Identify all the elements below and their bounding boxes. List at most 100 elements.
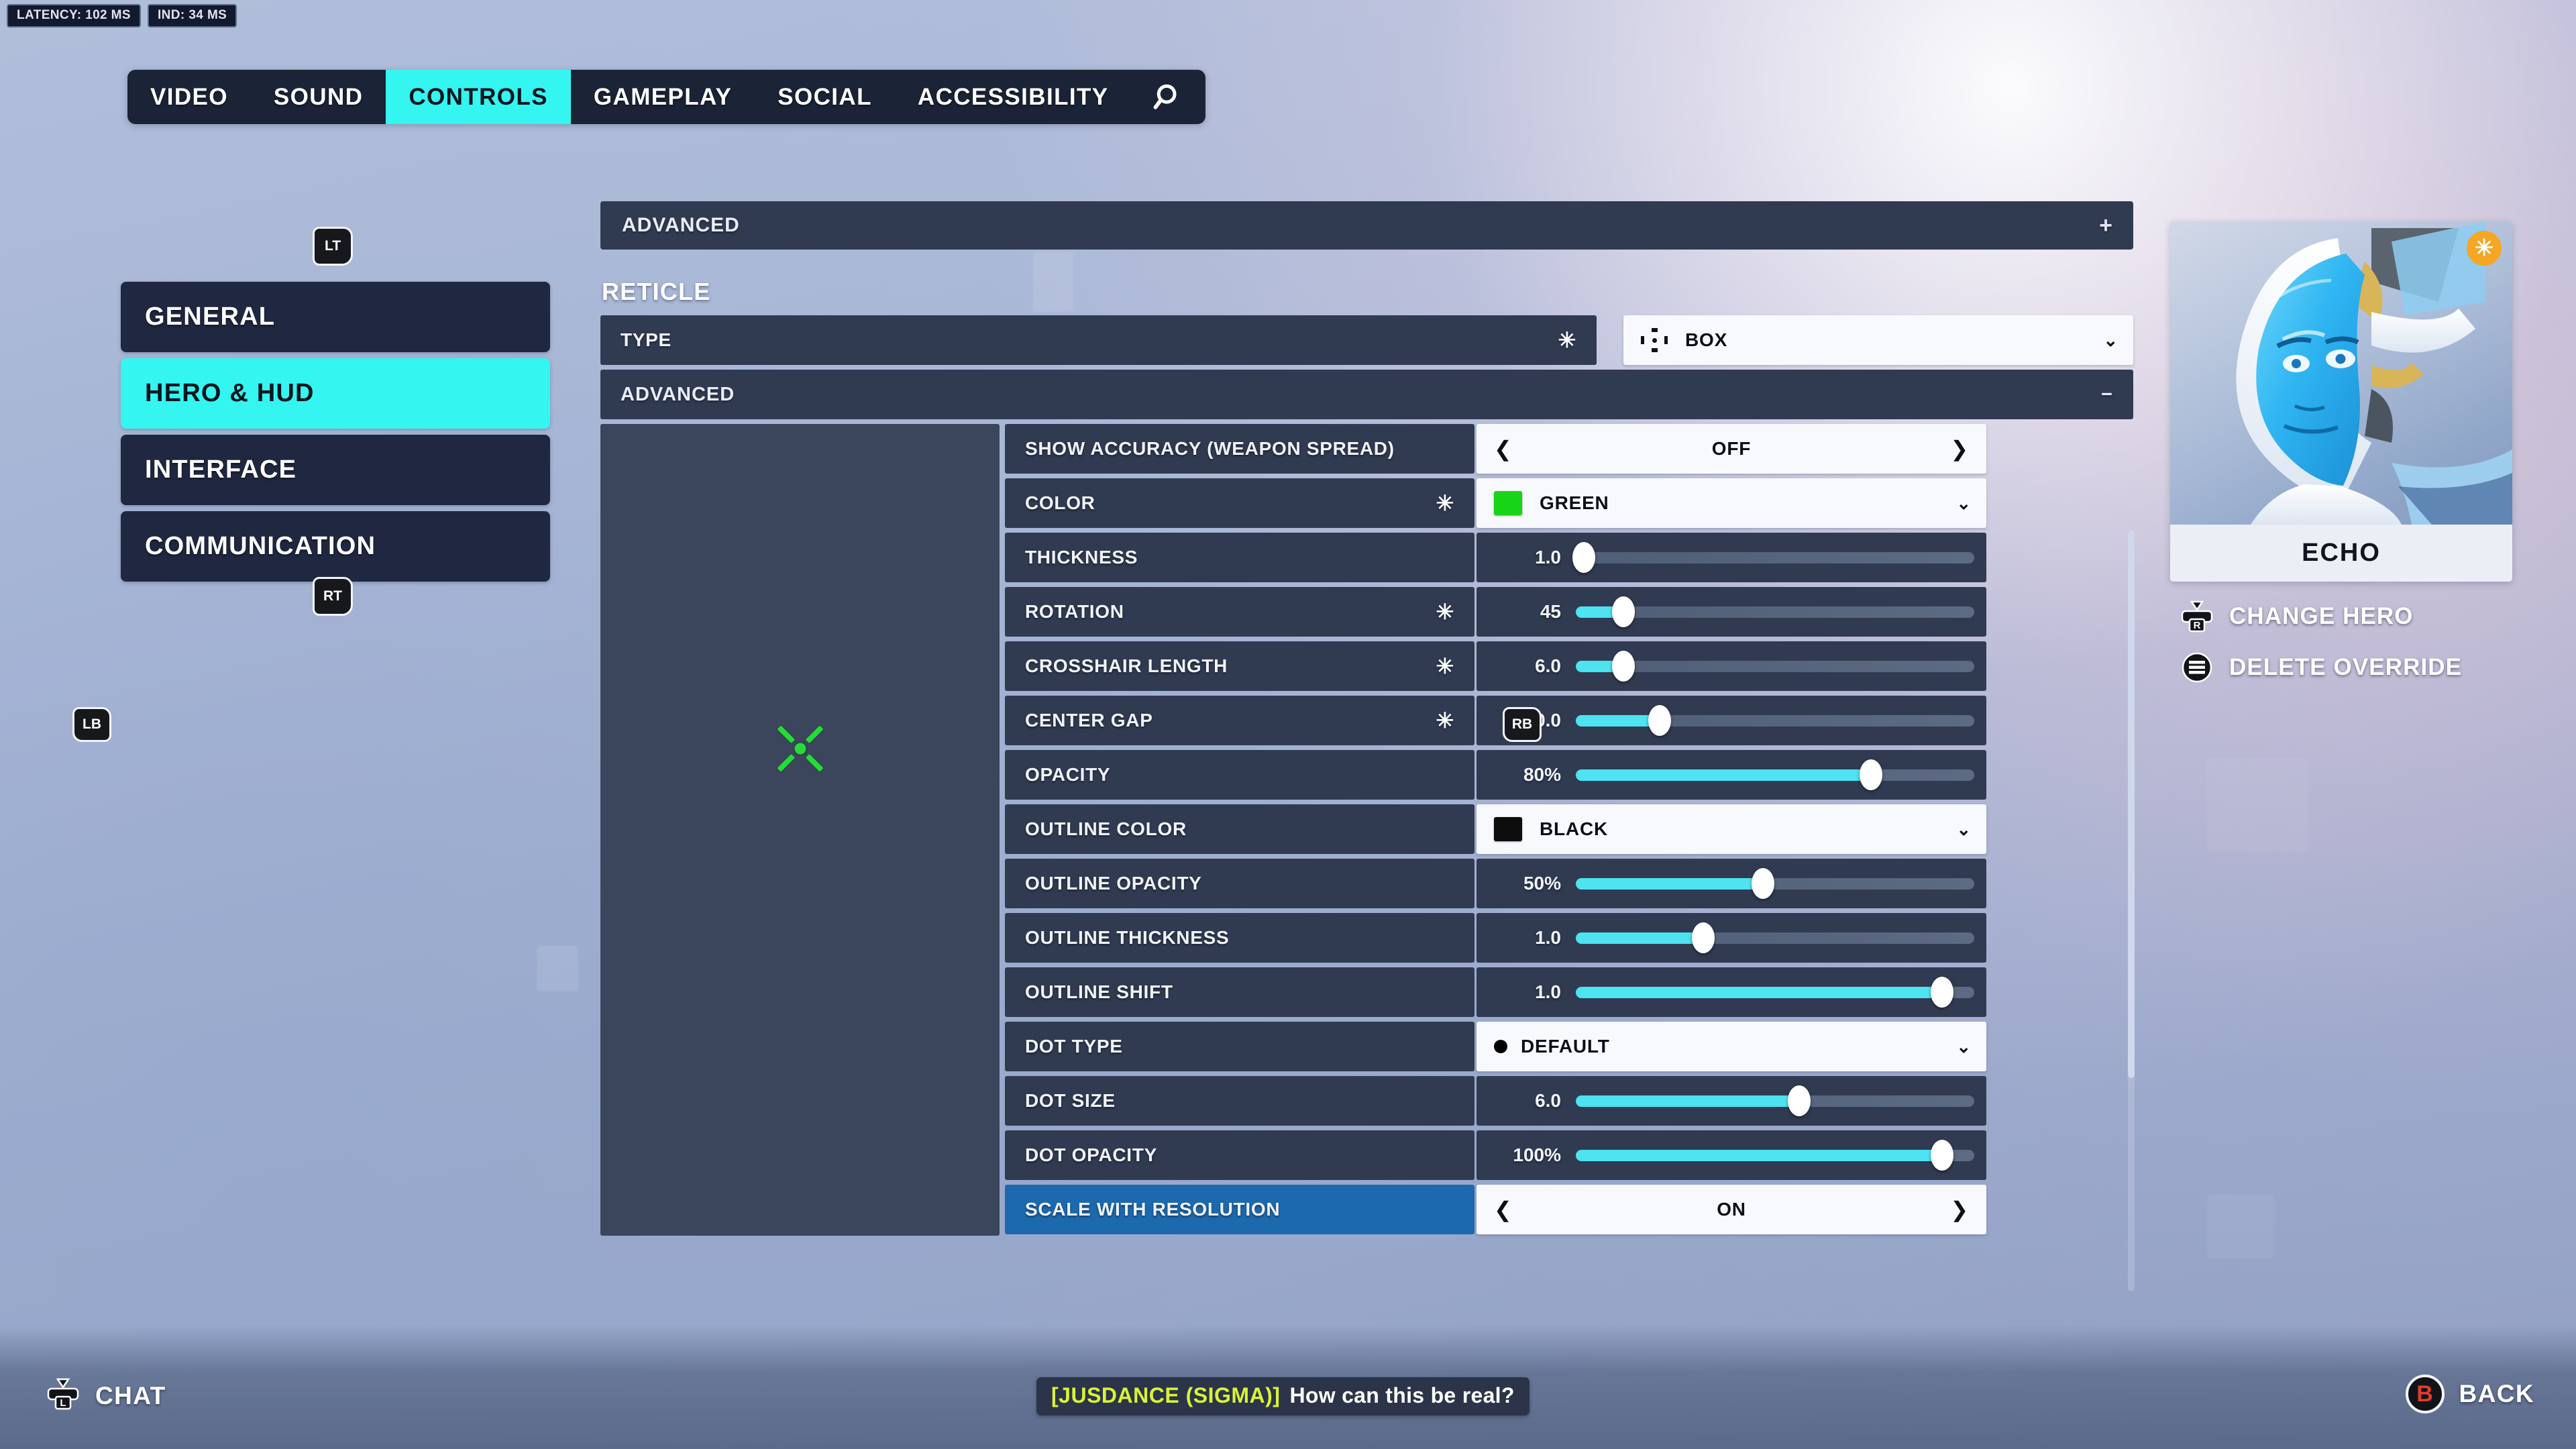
dot-size-slider[interactable]: 6.0 [1477, 1076, 1986, 1126]
search-button[interactable] [1132, 70, 1205, 124]
opacity-slider[interactable]: 80% [1477, 750, 1986, 800]
slider-track[interactable] [1576, 596, 1974, 627]
tab-sound[interactable]: SOUND [251, 70, 386, 124]
setting-row-opacity[interactable]: OPACITY 80% [1005, 750, 2133, 800]
outline-shift-slider[interactable]: 1.0 [1477, 967, 1986, 1017]
next-arrow-icon[interactable]: ❯ [1950, 1199, 1969, 1220]
thickness-slider[interactable]: 1.0 [1477, 533, 1986, 582]
reticle-preview [600, 424, 1000, 1236]
right-trigger-icon: RT [313, 577, 353, 616]
hero-card[interactable]: ✳ ECHO [2170, 221, 2512, 582]
row-label-text: OUTLINE COLOR [1025, 818, 1187, 839]
next-arrow-icon[interactable]: ❯ [1950, 438, 1969, 460]
change-hero-button[interactable]: R CHANGE HERO [2170, 600, 2512, 633]
chat-author: [JUSDANCE (SIGMA)] [1051, 1383, 1281, 1407]
dot-opacity-value: 100% [1513, 1144, 1561, 1165]
row-label-thickness: THICKNESS [1005, 533, 1474, 582]
slider-track[interactable] [1576, 868, 1974, 899]
setting-row-color[interactable]: COLOR ✳ GREEN ⌄ [1005, 478, 2133, 528]
crosshair-length-value: 6.0 [1535, 655, 1561, 676]
setting-row-outline-shift[interactable]: OUTLINE SHIFT 1.0 [1005, 967, 2133, 1017]
slider-knob[interactable] [1859, 759, 1882, 790]
setting-row-thickness[interactable]: THICKNESS 1.0 [1005, 533, 2133, 582]
row-label-text: OUTLINE SHIFT [1025, 981, 1173, 1002]
row-label-dot-size: DOT SIZE [1005, 1076, 1474, 1126]
advanced-section-header[interactable]: ADVANCED − [600, 370, 2133, 419]
row-label-outline-color: OUTLINE COLOR [1005, 804, 1474, 854]
slider-track[interactable] [1572, 542, 1974, 573]
outline-opacity-slider[interactable]: 50% [1477, 859, 1986, 908]
setting-row-dot-opacity[interactable]: DOT OPACITY 100% [1005, 1130, 2133, 1180]
dot-type-dropdown[interactable]: DEFAULT ⌄ [1477, 1022, 1986, 1071]
settings-scrollbar[interactable] [2128, 530, 2135, 1291]
slider-fill [1576, 714, 1660, 727]
setting-row-outline-opacity[interactable]: OUTLINE OPACITY 50% [1005, 859, 2133, 908]
left-stick-icon: L [46, 1378, 80, 1413]
setting-row-show-accuracy-weapon-spread[interactable]: SHOW ACCURACY (WEAPON SPREAD) ❮ OFF ❯ [1005, 424, 2133, 474]
setting-row-type[interactable]: TYPE ✳ BOX ⌄ [600, 315, 2133, 365]
advanced-section-header-top[interactable]: ADVANCED + [600, 201, 2133, 250]
crosshair-length-slider[interactable]: 6.0 [1477, 641, 1986, 691]
setting-row-outline-color[interactable]: OUTLINE COLOR BLACK ⌄ [1005, 804, 2133, 854]
slider-track[interactable] [1576, 1085, 1974, 1116]
row-label-dot-type: DOT TYPE [1005, 1022, 1474, 1071]
setting-row-outline-thickness[interactable]: OUTLINE THICKNESS 1.0 [1005, 913, 2133, 963]
slider-track[interactable] [1576, 977, 1974, 1008]
tab-gameplay[interactable]: GAMEPLAY [571, 70, 755, 124]
tab-controls[interactable]: CONTROLS [386, 70, 571, 124]
prev-arrow-icon[interactable]: ❮ [1494, 1199, 1513, 1220]
slider-knob[interactable] [1931, 1140, 1954, 1171]
tab-video[interactable]: VIDEO [127, 70, 251, 124]
type-dropdown[interactable]: BOX ⌄ [1623, 315, 2133, 365]
slider-knob[interactable] [1612, 596, 1635, 627]
slider-fill [1576, 932, 1704, 944]
override-marker-icon: ✳ [1436, 600, 1454, 624]
back-button[interactable]: B BACK [2405, 1375, 2534, 1413]
setting-row-crosshair-length[interactable]: CROSSHAIR LENGTH ✳ 6.0 [1005, 641, 2133, 691]
setting-row-center-gap[interactable]: CENTER GAP ✳ 20.0 [1005, 696, 2133, 745]
chat-button[interactable]: L CHAT [46, 1378, 166, 1413]
advanced-top-label: ADVANCED [622, 214, 740, 236]
prev-arrow-icon[interactable]: ❮ [1494, 438, 1513, 460]
center-gap-slider[interactable]: 20.0 [1477, 696, 1986, 745]
slider-track[interactable] [1576, 705, 1974, 736]
reticle-settings-list: SHOW ACCURACY (WEAPON SPREAD) ❮ OFF ❯ COLOR ✳… [1005, 424, 2133, 1239]
dot-opacity-slider[interactable]: 100% [1477, 1130, 1986, 1180]
slider-knob[interactable] [1612, 651, 1635, 682]
crosshair-line-right [805, 753, 824, 772]
row-label-text: SCALE WITH RESOLUTION [1025, 1199, 1281, 1220]
slider-track[interactable] [1576, 651, 1974, 682]
scale-with-resolution-stepper[interactable]: ❮ ON ❯ [1477, 1185, 1986, 1234]
sidebar-item-hero-and-hud[interactable]: HERO & HUD [121, 358, 550, 429]
tab-social[interactable]: SOCIAL [755, 70, 895, 124]
tab-accessibility[interactable]: ACCESSIBILITY [895, 70, 1132, 124]
sidebar-item-interface[interactable]: INTERFACE [121, 435, 550, 505]
outline-color-dropdown[interactable]: BLACK ⌄ [1477, 804, 1986, 854]
outline-thickness-slider[interactable]: 1.0 [1477, 913, 1986, 963]
slider-knob[interactable] [1572, 542, 1595, 573]
scrollbar-thumb[interactable] [2128, 530, 2135, 1079]
color-dropdown[interactable]: GREEN ⌄ [1477, 478, 1986, 528]
slider-knob[interactable] [1931, 977, 1954, 1008]
setting-row-scale-with-resolution[interactable]: SCALE WITH RESOLUTION ❮ ON ❯ [1005, 1185, 2133, 1234]
show-accuracy-weapon-spread-stepper[interactable]: ❮ OFF ❯ [1477, 424, 1986, 474]
slider-knob[interactable] [1787, 1085, 1811, 1116]
svg-text:R: R [2194, 620, 2201, 631]
delete-override-button[interactable]: DELETE OVERRIDE [2170, 651, 2512, 684]
setting-row-dot-size[interactable]: DOT SIZE 6.0 [1005, 1076, 2133, 1126]
slider-track[interactable] [1576, 1140, 1974, 1171]
slider-track[interactable] [1576, 922, 1974, 953]
slider-knob[interactable] [1752, 868, 1775, 899]
echo-artwork [2170, 221, 2512, 525]
slider-knob[interactable] [1648, 705, 1671, 736]
setting-row-rotation[interactable]: ROTATION ✳ 45 [1005, 587, 2133, 637]
show-accuracy-weapon-spread-value: OFF [1711, 438, 1752, 459]
slider-track[interactable] [1576, 759, 1974, 790]
row-label-text: OPACITY [1025, 764, 1111, 785]
b-button-icon: B [2405, 1375, 2445, 1413]
sidebar-item-general[interactable]: GENERAL [121, 282, 550, 352]
slider-knob[interactable] [1692, 922, 1715, 953]
sidebar-item-communication[interactable]: COMMUNICATION [121, 511, 550, 582]
rotation-slider[interactable]: 45 [1477, 587, 1986, 637]
setting-row-dot-type[interactable]: DOT TYPE DEFAULT ⌄ [1005, 1022, 2133, 1071]
